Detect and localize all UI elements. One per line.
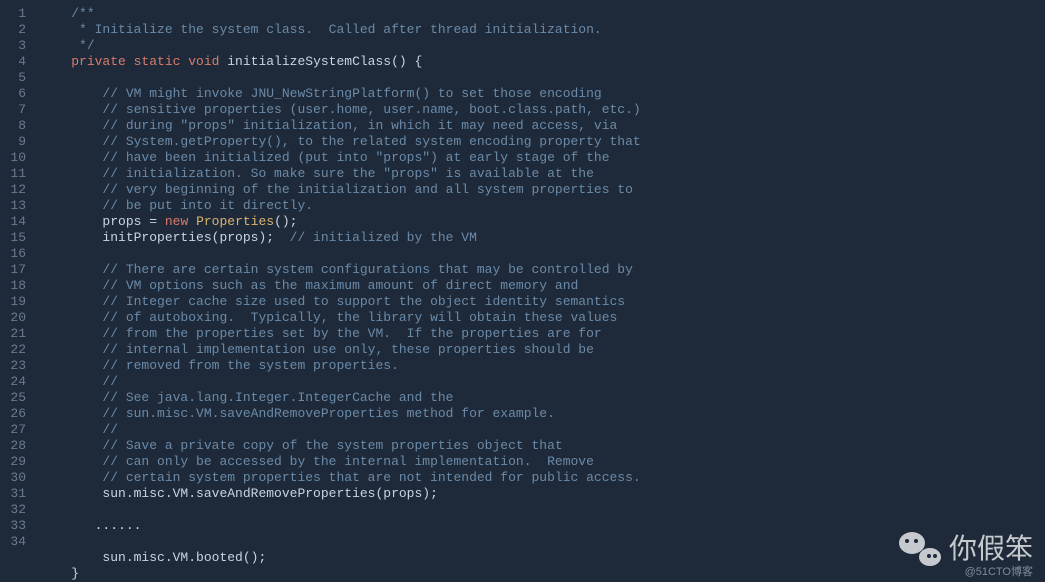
line-number: 19 xyxy=(4,294,26,310)
line-number: 30 xyxy=(4,470,26,486)
line-number: 11 xyxy=(4,166,26,182)
code-line: props = new Properties(); xyxy=(40,214,641,230)
watermark-text: 你假笨 xyxy=(949,541,1033,557)
code-line: sun.misc.VM.saveAndRemoveProperties(prop… xyxy=(40,486,641,502)
line-number: 6 xyxy=(4,86,26,102)
line-number: 10 xyxy=(4,150,26,166)
code-line: // from the properties set by the VM. If… xyxy=(40,326,641,342)
line-number: 31 xyxy=(4,486,26,502)
line-number: 25 xyxy=(4,390,26,406)
line-number: 9 xyxy=(4,134,26,150)
code-line: // VM might invoke JNU_NewStringPlatform… xyxy=(40,86,641,102)
code-line: // of autoboxing. Typically, the library… xyxy=(40,310,641,326)
code-line: // xyxy=(40,374,641,390)
code-line: ...... xyxy=(40,518,641,534)
code-line: // See java.lang.Integer.IntegerCache an… xyxy=(40,390,641,406)
code-line: // have been initialized (put into "prop… xyxy=(40,150,641,166)
code-line: // initialization. So make sure the "pro… xyxy=(40,166,641,182)
code-line: // Save a private copy of the system pro… xyxy=(40,438,641,454)
code-line: private static void initializeSystemClas… xyxy=(40,54,641,70)
code-line xyxy=(40,502,641,518)
code-line: // be put into it directly. xyxy=(40,198,641,214)
code-line: // certain system properties that are no… xyxy=(40,470,641,486)
code-line: initProperties(props); // initialized by… xyxy=(40,230,641,246)
line-number: 8 xyxy=(4,118,26,134)
code-line: // System.getProperty(), to the related … xyxy=(40,134,641,150)
watermark: 你假笨 xyxy=(899,532,1033,566)
code-line: // sun.misc.VM.saveAndRemoveProperties m… xyxy=(40,406,641,422)
line-number: 1 xyxy=(4,6,26,22)
line-number: 33 xyxy=(4,518,26,534)
code-line: // sensitive properties (user.home, user… xyxy=(40,102,641,118)
attribution-text: @51CTO博客 xyxy=(965,564,1033,580)
code-line: // during "props" initialization, in whi… xyxy=(40,118,641,134)
code-line: } xyxy=(40,566,641,582)
line-number: 5 xyxy=(4,70,26,86)
code-line xyxy=(40,534,641,550)
line-number: 4 xyxy=(4,54,26,70)
code-line xyxy=(40,70,641,86)
line-number: 12 xyxy=(4,182,26,198)
code-editor: 1234567891011121314151617181920212223242… xyxy=(0,0,1045,582)
line-number: 26 xyxy=(4,406,26,422)
code-line: // Integer cache size used to support th… xyxy=(40,294,641,310)
line-number: 34 xyxy=(4,534,26,550)
code-line: sun.misc.VM.booted(); xyxy=(40,550,641,566)
code-line: // internal implementation use only, the… xyxy=(40,342,641,358)
code-line: // very beginning of the initialization … xyxy=(40,182,641,198)
code-line: // There are certain system configuratio… xyxy=(40,262,641,278)
line-number: 13 xyxy=(4,198,26,214)
code-area[interactable]: /** * Initialize the system class. Calle… xyxy=(36,0,641,582)
line-number: 17 xyxy=(4,262,26,278)
line-number: 2 xyxy=(4,22,26,38)
line-number: 14 xyxy=(4,214,26,230)
wechat-icon xyxy=(899,532,941,566)
code-line: // removed from the system properties. xyxy=(40,358,641,374)
line-number: 23 xyxy=(4,358,26,374)
line-number: 15 xyxy=(4,230,26,246)
code-line: /** xyxy=(40,6,641,22)
line-number: 21 xyxy=(4,326,26,342)
code-line: // VM options such as the maximum amount… xyxy=(40,278,641,294)
line-number: 28 xyxy=(4,438,26,454)
line-number: 3 xyxy=(4,38,26,54)
line-number-gutter: 1234567891011121314151617181920212223242… xyxy=(0,0,36,582)
code-line: * Initialize the system class. Called af… xyxy=(40,22,641,38)
line-number: 7 xyxy=(4,102,26,118)
line-number: 27 xyxy=(4,422,26,438)
line-number: 16 xyxy=(4,246,26,262)
line-number: 29 xyxy=(4,454,26,470)
line-number: 20 xyxy=(4,310,26,326)
line-number: 32 xyxy=(4,502,26,518)
line-number: 24 xyxy=(4,374,26,390)
code-line xyxy=(40,246,641,262)
code-line: // can only be accessed by the internal … xyxy=(40,454,641,470)
line-number: 22 xyxy=(4,342,26,358)
code-line: // xyxy=(40,422,641,438)
line-number: 18 xyxy=(4,278,26,294)
code-line: */ xyxy=(40,38,641,54)
